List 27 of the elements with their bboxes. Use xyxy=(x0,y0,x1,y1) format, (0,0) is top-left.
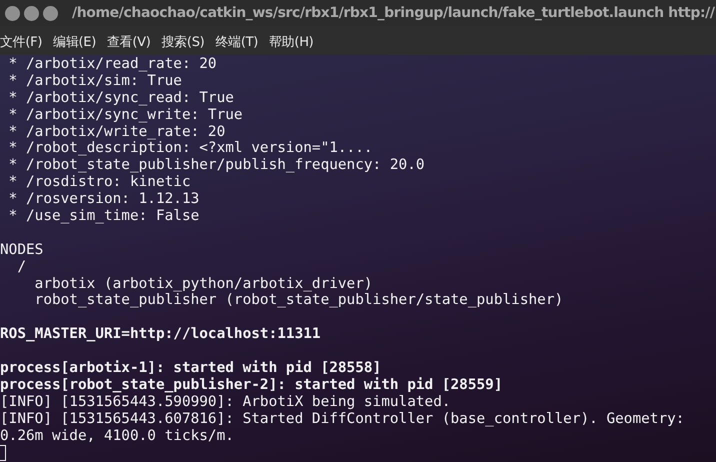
menu-item[interactable]: 查看(V) xyxy=(106,32,151,50)
terminal-line: * /arbotix/sim: True xyxy=(8,72,182,89)
terminal-line: * /arbotix/write_rate: 20 xyxy=(8,124,226,140)
terminal-line: ROS_MASTER_URI=http://localhost:11311 xyxy=(0,326,321,342)
terminal-line: * /arbotix/sync_write: True xyxy=(8,106,243,123)
window-title: /home/chaochao/catkin_ws/src/rbx1/rbx1_bringup/launch/fake_turtlebot.launch http:// xyxy=(72,5,715,21)
terminal-line: * /rosdistro: kinetic xyxy=(8,174,191,190)
menu-item[interactable]: 文件(F) xyxy=(0,32,42,50)
terminal-line: * /arbotix/read_rate: 20 xyxy=(8,56,217,72)
terminal-line: * /rosversion: 1.12.13 xyxy=(8,191,200,208)
terminal-line: * /robot_description: <?xml version="1.... xyxy=(8,140,373,156)
menu-item[interactable]: 终端(T) xyxy=(215,32,258,50)
terminal-line: process[robot_state_publisher-2]: started with pid [28559] xyxy=(0,376,503,393)
terminal-line: / xyxy=(16,258,26,275)
terminal-line: robot_state_publisher (robot_state_publisher/state_publisher) xyxy=(34,292,564,308)
terminal-line: [INFO] [1531565443.590990]: ArbotiX being simulated. xyxy=(0,394,451,410)
terminal-line: [INFO] [1531565443.607816]: Started DiffController (base_controller). Geometry: xyxy=(0,410,684,427)
menu-item[interactable]: 搜索(S) xyxy=(162,32,204,50)
menu-item[interactable]: 编辑(E) xyxy=(53,32,96,50)
terminal-line: NODES xyxy=(0,242,44,258)
menu-item[interactable]: 帮助(H) xyxy=(269,32,314,50)
terminal-line: 0.26m wide, 4100.0 ticks/m. xyxy=(0,428,234,444)
terminal-line: process[arbotix-1]: started with pid [28558] xyxy=(0,360,382,376)
terminal-line: arbotix (arbotix_python/arbotix_driver) xyxy=(34,276,373,292)
terminal-line: * /robot_state_publisher/publish_frequency: 20.0 xyxy=(8,157,425,174)
terminal-line: * /use_sim_time: False xyxy=(8,208,200,224)
terminal-line: * /arbotix/sync_read: True xyxy=(8,90,234,106)
